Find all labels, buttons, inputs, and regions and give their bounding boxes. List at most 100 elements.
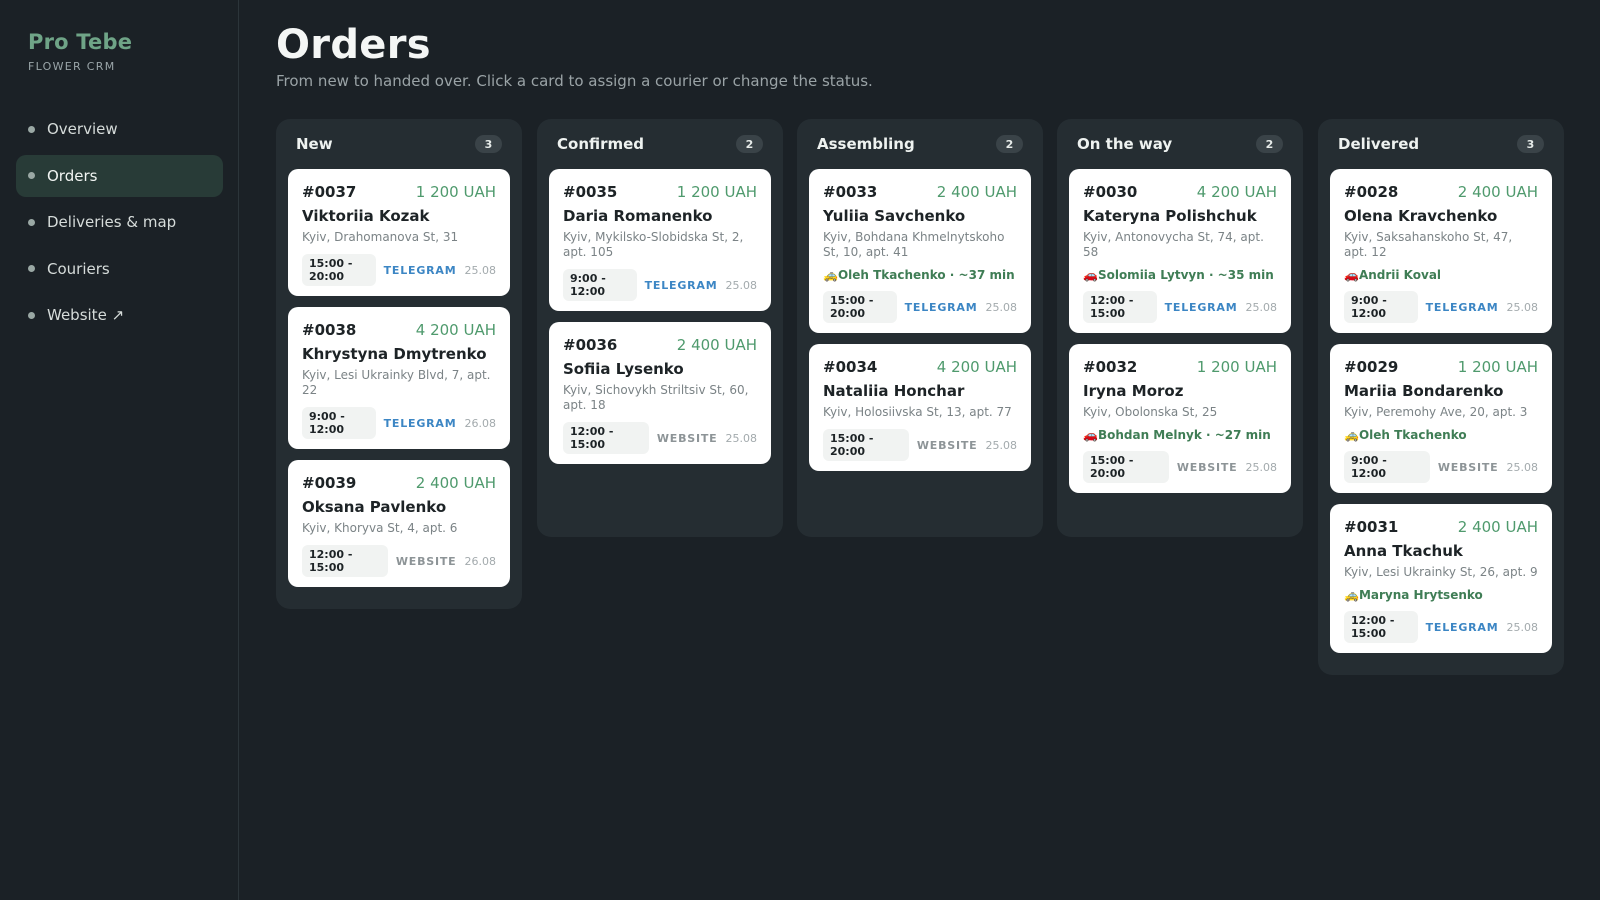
customer-name: Anna Tkachuk — [1344, 542, 1463, 560]
sidebar-item-overview[interactable]: Overview — [16, 108, 223, 150]
delivery-address: Kyiv, Holosiivska St, 13, apt. 77 — [823, 405, 1012, 419]
customer-name: Olena Kravchenko — [1344, 207, 1498, 225]
order-source: TELEGRAM — [1425, 300, 1499, 314]
order-source: WEBSITE — [395, 554, 457, 568]
order-price: 1 200 UAH — [415, 183, 496, 201]
order-card[interactable]: #0037 1 200 UAH Viktoriia Kozak Kyiv, Draho… — [288, 169, 510, 296]
order-card[interactable]: #0039 2 400 UAH Oksana Pavlenko Kyiv, Khory… — [288, 460, 510, 587]
column-delivered: Delivered 3 #0028 2 400 UAH Olena Kravchenko… — [1318, 119, 1564, 675]
time-slot-badge: 15:00 - 20:00 — [1083, 451, 1169, 483]
time-slot-badge: 15:00 - 20:00 — [823, 291, 897, 323]
courier-label: 🚗Andrii Koval — [1344, 268, 1442, 282]
order-price: 1 200 UAH — [1196, 358, 1277, 376]
order-id: #0032 — [1083, 358, 1138, 376]
order-source: TELEGRAM — [1164, 300, 1238, 314]
order-date: 25.08 — [1506, 300, 1539, 314]
time-slot-badge: 12:00 - 15:00 — [563, 422, 649, 454]
column-count-badge: 2 — [1256, 135, 1283, 153]
order-date: 25.08 — [1245, 460, 1278, 474]
time-slot-badge: 9:00 - 12:00 — [1344, 451, 1430, 483]
customer-name: Khrystyna Dmytrenko — [302, 345, 487, 363]
customer-name: Daria Romanenko — [563, 207, 713, 225]
order-id: #0037 — [302, 183, 357, 201]
order-price: 4 200 UAH — [1196, 183, 1277, 201]
column-confirmed: Confirmed 2 #0035 1 200 UAH Daria Romanenko K… — [537, 119, 783, 537]
customer-name: Kateryna Polishchuk — [1083, 207, 1257, 225]
order-id: #0029 — [1344, 358, 1399, 376]
order-id: #0035 — [563, 183, 618, 201]
time-slot-badge: 9:00 - 12:00 — [302, 407, 376, 439]
courier-label: 🚗Bohdan Melnyk · ~27 min — [1083, 428, 1271, 442]
sidebar-item-label: Deliveries & map — [47, 213, 177, 231]
order-id: #0036 — [563, 336, 618, 354]
sidebar-item-deliveries[interactable]: Deliveries & map — [16, 201, 223, 243]
sidebar-item-couriers[interactable]: Couriers — [16, 248, 223, 290]
order-card[interactable]: #0034 4 200 UAH Nataliia Honchar Kyiv, Holo… — [809, 344, 1031, 471]
time-slot-badge: 12:00 - 15:00 — [302, 545, 388, 577]
customer-name: Sofiia Lysenko — [563, 360, 684, 378]
sidebar: Pro Tebe FLOWER CRM Overview Orders Deli… — [0, 0, 239, 900]
customer-name: Nataliia Honchar — [823, 382, 965, 400]
order-price: 2 400 UAH — [1457, 183, 1538, 201]
sidebar-item-label: Orders — [47, 166, 98, 185]
order-date: 25.08 — [725, 278, 758, 292]
sidebar-item-label: Website ↗ — [47, 306, 125, 324]
order-price: 1 200 UAH — [676, 183, 757, 201]
customer-name: Mariia Bondarenko — [1344, 382, 1504, 400]
order-card[interactable]: #0031 2 400 UAH Anna Tkachuk Kyiv, Lesi Ukr… — [1330, 504, 1552, 653]
order-card[interactable]: #0036 2 400 UAH Sofiia Lysenko Kyiv, Sichov… — [549, 322, 771, 464]
sidebar-item-orders[interactable]: Orders — [16, 154, 223, 197]
page-title: Orders — [276, 22, 431, 68]
courier-label: 🚕Oleh Tkachenko — [1344, 428, 1467, 442]
bullet-icon — [28, 265, 35, 272]
column-count-badge: 3 — [1517, 135, 1544, 153]
column-title: On the way — [1077, 135, 1173, 153]
order-price: 2 400 UAH — [936, 183, 1017, 201]
time-slot-badge: 12:00 - 15:00 — [1083, 291, 1157, 323]
delivery-address: Kyiv, Sichovykh Striltsiv St, 60, apt. 1… — [563, 383, 749, 412]
column-title: Confirmed — [557, 135, 645, 153]
column-header: On the way 2 — [1069, 119, 1291, 169]
order-price: 2 400 UAH — [1457, 518, 1538, 536]
order-id: #0030 — [1083, 183, 1138, 201]
sidebar-item-website[interactable]: Website ↗ — [16, 294, 223, 336]
order-card[interactable]: #0030 4 200 UAH Kateryna Polishchuk Kyiv, A… — [1069, 169, 1291, 333]
column-header: Confirmed 2 — [549, 119, 771, 169]
order-date: 25.08 — [985, 300, 1018, 314]
order-card[interactable]: #0032 1 200 UAH Iryna Moroz Kyiv, Obolonska… — [1069, 344, 1291, 493]
order-card[interactable]: #0028 2 400 UAH Olena Kravchenko Kyiv, Saks… — [1330, 169, 1552, 333]
time-slot-badge: 12:00 - 15:00 — [1344, 611, 1418, 643]
brand-name: Pro Tebe — [28, 30, 133, 54]
bullet-icon — [28, 218, 35, 226]
sidebar-item-label: Overview — [47, 120, 118, 138]
column-title: Assembling — [817, 135, 915, 153]
order-source: TELEGRAM — [1425, 620, 1499, 634]
order-card[interactable]: #0029 1 200 UAH Mariia Bondarenko Kyiv, Per… — [1330, 344, 1552, 493]
order-date: 26.08 — [464, 554, 497, 568]
order-date: 25.08 — [985, 438, 1018, 452]
delivery-address: Kyiv, Mykilsko-Slobidska St, 2, apt. 105 — [563, 230, 744, 259]
order-source: TELEGRAM — [644, 278, 718, 292]
column-count-badge: 2 — [996, 135, 1023, 153]
order-price: 2 400 UAH — [676, 336, 757, 354]
time-slot-badge: 15:00 - 20:00 — [302, 254, 376, 286]
delivery-address: Kyiv, Lesi Ukrainky Blvd, 7, apt. 22 — [302, 368, 491, 397]
order-id: #0033 — [823, 183, 878, 201]
order-date: 25.08 — [1245, 300, 1278, 314]
delivery-address: Kyiv, Antonovycha St, 74, apt. 58 — [1083, 230, 1264, 259]
order-card[interactable]: #0038 4 200 UAH Khrystyna Dmytrenko Kyiv, L… — [288, 307, 510, 449]
order-id: #0038 — [302, 321, 357, 339]
order-source: WEBSITE — [916, 438, 978, 452]
courier-label: 🚕Oleh Tkachenko · ~37 min — [823, 268, 1015, 282]
column-header: New 3 — [288, 119, 510, 169]
order-price: 1 200 UAH — [1457, 358, 1538, 376]
time-slot-badge: 9:00 - 12:00 — [1344, 291, 1418, 323]
order-card[interactable]: #0033 2 400 UAH Yuliia Savchenko Kyiv, Bohd… — [809, 169, 1031, 333]
delivery-address: Kyiv, Khoryva St, 4, apt. 6 — [302, 521, 458, 535]
order-date: 26.08 — [464, 416, 497, 430]
order-source: TELEGRAM — [383, 263, 457, 277]
delivery-address: Kyiv, Peremohy Ave, 20, apt. 3 — [1344, 405, 1528, 419]
column-header: Delivered 3 — [1330, 119, 1552, 169]
order-card[interactable]: #0035 1 200 UAH Daria Romanenko Kyiv, Mykil… — [549, 169, 771, 311]
customer-name: Yuliia Savchenko — [823, 207, 966, 225]
